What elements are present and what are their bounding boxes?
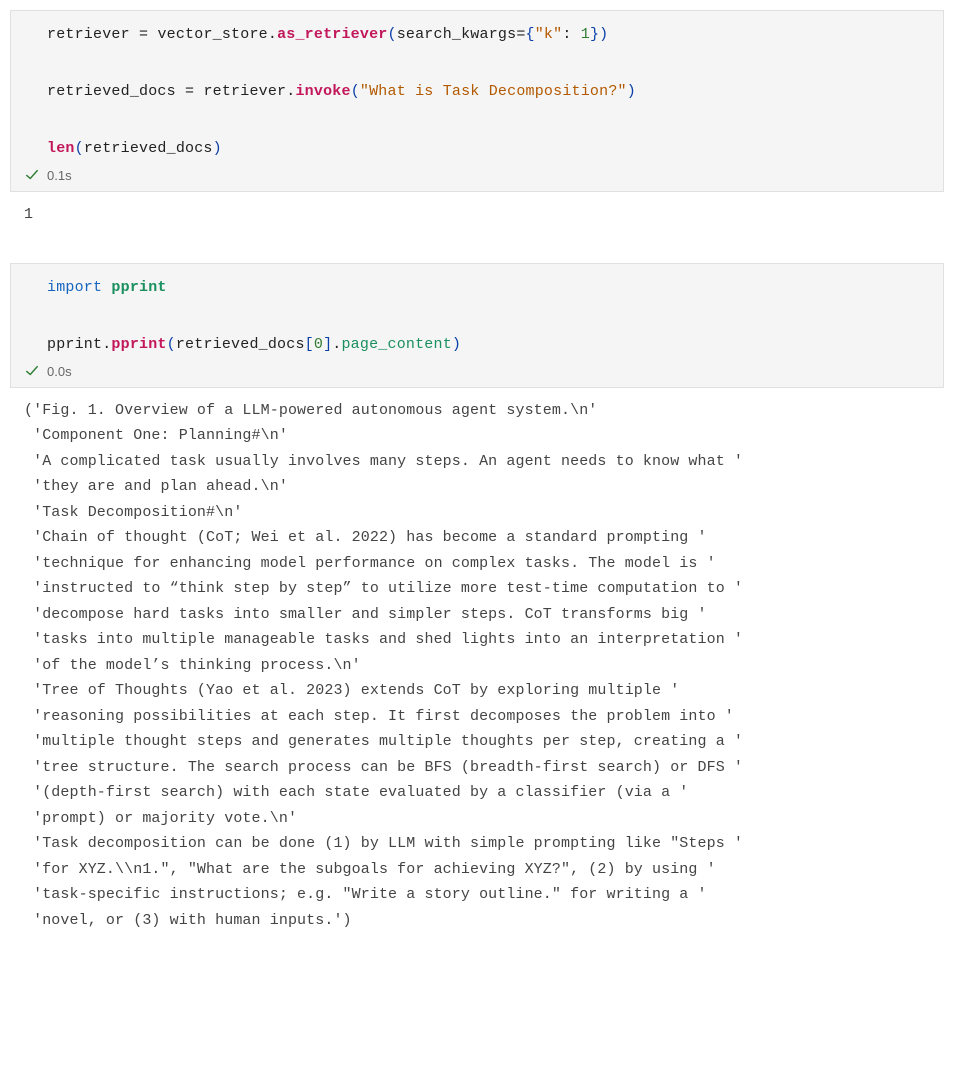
execution-time: 0.1s [47,168,72,183]
cell-output-1: 1 [10,192,944,242]
code-token: "k" [535,26,563,43]
check-icon [25,364,39,378]
code-token: pprint [47,336,102,353]
code-token: import [47,279,102,296]
cell-output-2: ('Fig. 1. Overview of a LLM-powered auto… [10,388,944,948]
code-token: page_content [341,336,451,353]
code-token: invoke [295,83,350,100]
code-token: [ [305,336,314,353]
code-token: search_kwargs [397,26,517,43]
code-token: vector_store [157,26,267,43]
code-token: retriever [203,83,286,100]
code-token: . [268,26,277,43]
code-token: } [590,26,599,43]
code-token: len [47,140,75,157]
cell-status-bar-1: 0.1s [11,164,943,185]
check-icon [25,168,39,182]
code-token: retrieved_docs [176,336,305,353]
code-token: 0 [314,336,323,353]
code-editor-1[interactable]: retriever = vector_store.as_retriever(se… [11,21,943,164]
code-token: "What is Task Decomposition?" [360,83,627,100]
code-token: ) [627,83,636,100]
code-editor-2[interactable]: import pprint pprint.pprint(retrieved_do… [11,274,943,360]
code-token: retrieved_docs [47,83,176,100]
code-token: = [176,83,204,100]
code-token: ( [75,140,84,157]
execution-time: 0.0s [47,364,72,379]
code-token: retrieved_docs [84,140,213,157]
code-token: ( [167,336,176,353]
code-token: pprint [111,279,166,296]
code-cell-1[interactable]: retriever = vector_store.as_retriever(se… [10,10,944,192]
code-token: as_retriever [277,26,387,43]
code-token: ] [323,336,332,353]
code-token: retriever [47,26,130,43]
code-token: ) [599,26,608,43]
code-token: pprint [111,336,166,353]
code-token: ( [351,83,360,100]
code-token: = [516,26,525,43]
code-token: ( [387,26,396,43]
cell-status-bar-2: 0.0s [11,360,943,381]
code-token: 1 [581,26,590,43]
code-token: ) [452,336,461,353]
code-token: ) [213,140,222,157]
code-token: = [130,26,158,43]
code-token: { [526,26,535,43]
code-token: : [562,26,580,43]
code-cell-2[interactable]: import pprint pprint.pprint(retrieved_do… [10,263,944,388]
